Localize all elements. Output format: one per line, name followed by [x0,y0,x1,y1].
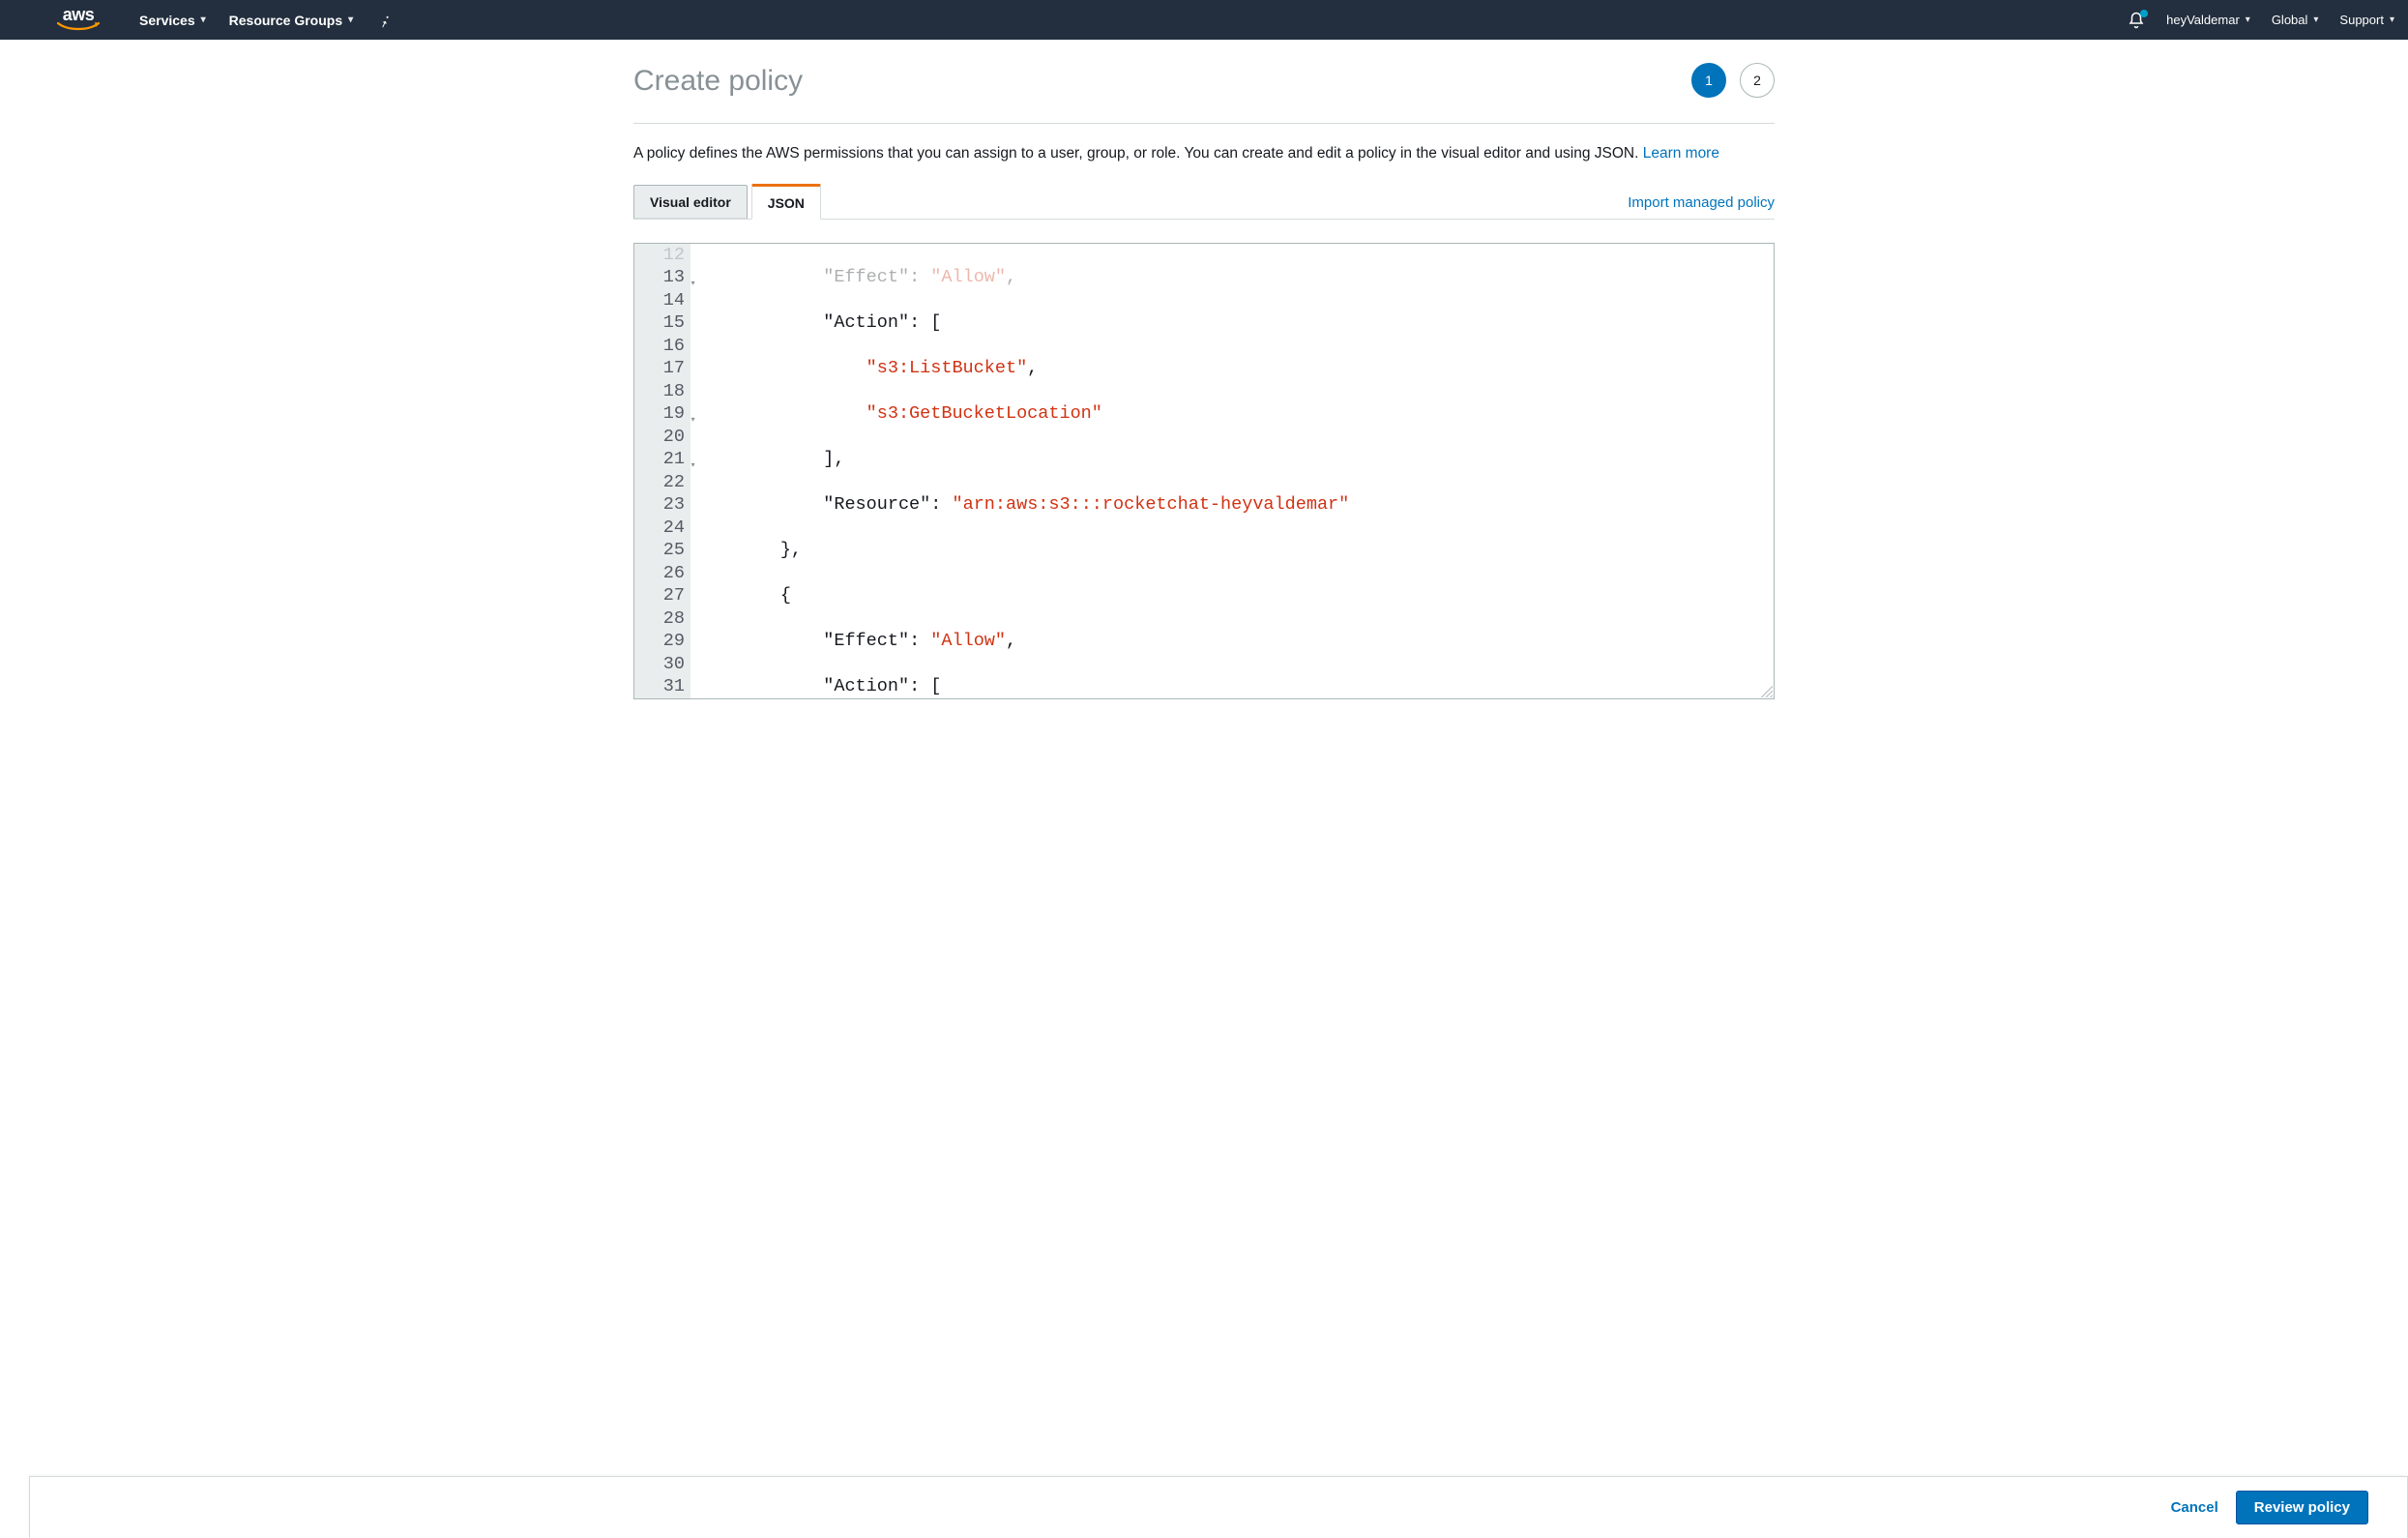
line-number: 28 [644,607,685,631]
wizard-steps: 1 2 [1691,63,1775,98]
nav-support[interactable]: Support ▾ [2339,13,2394,27]
wizard-step-1[interactable]: 1 [1691,63,1726,98]
nav-services[interactable]: Services ▾ [139,13,206,28]
policy-description-text: A policy defines the AWS permissions tha… [633,145,1643,162]
aws-logo[interactable]: aws [56,8,101,33]
resize-handle-icon[interactable] [1759,684,1773,697]
review-policy-button[interactable]: Review policy [2236,1491,2368,1524]
pin-icon[interactable] [376,13,392,28]
aws-logo-text: aws [63,8,95,21]
line-number: 24 [644,517,685,540]
aws-smile-icon [56,21,101,33]
editor-gutter: 12 13 14 15 16 17 18 19 20 21 22 23 24 2… [634,244,690,698]
line-number: 20 [644,426,685,449]
line-number: 13 [644,266,685,289]
nav-region[interactable]: Global ▾ [2272,13,2319,27]
line-number: 21 [644,448,685,471]
wizard-step-2[interactable]: 2 [1740,63,1775,98]
line-number: 27 [644,584,685,607]
policy-description: A policy defines the AWS permissions tha… [633,143,1775,164]
tab-visual-editor[interactable]: Visual editor [633,185,748,219]
line-number: 25 [644,539,685,562]
line-number: 26 [644,562,685,585]
nav-account-label: heyValdemar [2166,13,2240,27]
chevron-down-icon: ▾ [348,15,353,25]
learn-more-link[interactable]: Learn more [1643,145,1719,162]
chevron-down-icon: ▾ [2313,15,2318,25]
editor-tabs: Visual editor JSON Import managed policy [633,184,1775,220]
line-number: 19 [644,402,685,426]
wizard-footer: Cancel Review policy [29,1476,2408,1538]
line-number: 15 [644,311,685,335]
nav-resource-groups[interactable]: Resource Groups ▾ [229,13,354,28]
nav-resource-groups-label: Resource Groups [229,13,342,28]
nav-right: heyValdemar ▾ Global ▾ Support ▾ [2128,12,2394,29]
line-number: 29 [644,630,685,653]
top-nav: aws Services ▾ Resource Groups ▾ heyVald… [0,0,2408,40]
json-editor[interactable]: 12 13 14 15 16 17 18 19 20 21 22 23 24 2… [633,243,1775,699]
line-number: 30 [644,653,685,676]
nav-support-label: Support [2339,13,2384,27]
nav-region-label: Global [2272,13,2308,27]
notifications-button[interactable] [2128,12,2145,29]
line-number: 18 [644,380,685,403]
chevron-down-icon: ▾ [2246,15,2250,25]
line-number: 16 [644,335,685,358]
page-title: Create policy [633,65,1775,98]
tab-json[interactable]: JSON [751,184,821,220]
divider [633,123,1775,124]
line-number: 14 [644,289,685,312]
line-number: 23 [644,493,685,517]
line-number: 12 [644,244,685,267]
chevron-down-icon: ▾ [201,15,206,25]
line-number: 31 [644,675,685,698]
nav-services-label: Services [139,13,195,28]
chevron-down-icon: ▾ [2390,15,2394,25]
import-managed-policy-link[interactable]: Import managed policy [1628,194,1775,219]
line-number: 17 [644,357,685,380]
notification-dot [2140,10,2148,17]
line-number: 22 [644,471,685,494]
nav-account[interactable]: heyValdemar ▾ [2166,13,2250,27]
cancel-button[interactable]: Cancel [2171,1491,2218,1524]
editor-code[interactable]: "Effect": "Allow", "Action": [ "s3:ListB… [690,244,1774,698]
